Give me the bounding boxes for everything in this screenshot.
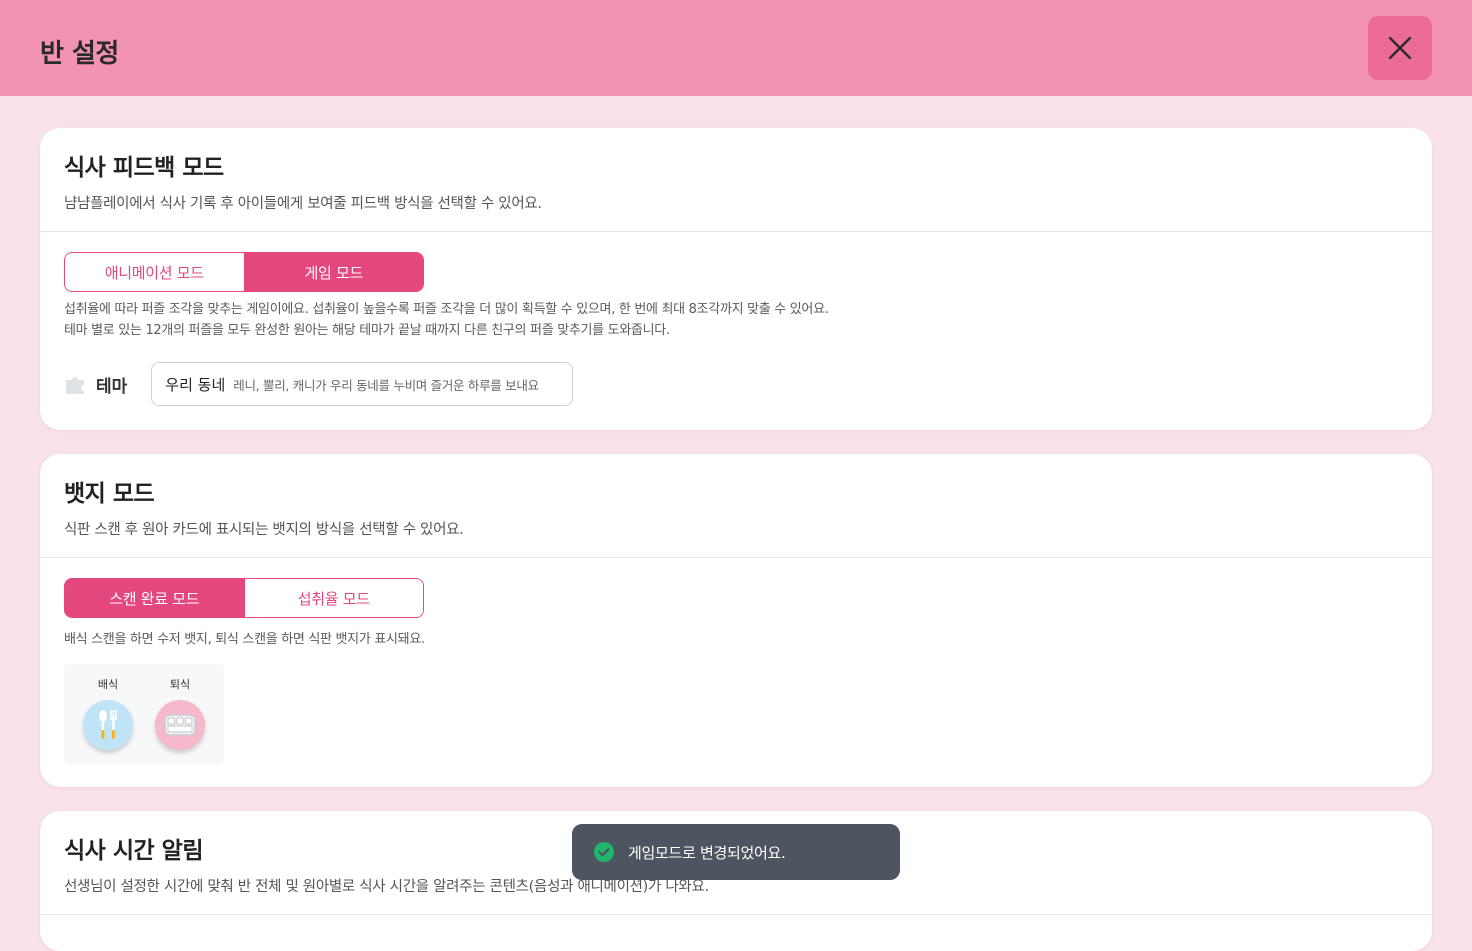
badge-return-circle (155, 700, 205, 750)
badge-mode-toggle: 스캔 완료 모드 섭취율 모드 (64, 578, 424, 618)
meal-feedback-card: 식사 피드백 모드 냠냠플레이에서 식사 기록 후 아이들에게 보여줄 피드백 … (40, 128, 1432, 430)
badge-mode-description: 식판 스캔 후 원아 카드에 표시되는 뱃지의 방식을 선택할 수 있어요. (64, 522, 464, 538)
badge-serving-circle (83, 700, 133, 750)
badge-mode-card: 뱃지 모드 식판 스캔 후 원아 카드에 표시되는 뱃지의 방식을 선택할 수 … (40, 454, 1432, 787)
badge-serving-label: 배식 (97, 678, 119, 691)
badge-serving: 배식 (80, 676, 136, 750)
game-mode-help: 섭취율에 따라 퍼즐 조각을 맞추는 게임이에요. 섭취율이 높을수록 퍼즐 조… (64, 299, 829, 341)
toast-notification: 게임모드로 변경되었어요. (572, 824, 900, 880)
meal-feedback-header: 식사 피드백 모드 냠냠플레이에서 식사 기록 후 아이들에게 보여줄 피드백 … (40, 128, 1432, 232)
puzzle-icon (66, 377, 84, 394)
badge-mode-help: 배식 스캔을 하면 수저 뱃지, 퇴식 스캔을 하면 식판 뱃지가 표시돼요. (64, 632, 425, 647)
theme-description: 레니, 뿔리, 캐니가 우리 동네를 누비며 즐거운 하루를 보내요 (233, 377, 539, 393)
badge-mode-header: 뱃지 모드 식판 스캔 후 원아 카드에 표시되는 뱃지의 방식을 선택할 수 … (40, 454, 1432, 558)
toast-message: 게임모드로 변경되었어요. (628, 843, 786, 862)
badge-mode-title: 뱃지 모드 (64, 481, 155, 507)
badge-return: 퇴식 (152, 676, 208, 750)
check-circle-icon (594, 842, 614, 862)
game-mode-help-line-1: 섭취율에 따라 퍼즐 조각을 맞추는 게임이에요. 섭취율이 높을수록 퍼즐 조… (64, 302, 829, 317)
tab-animation-mode[interactable]: 애니메이션 모드 (65, 253, 244, 291)
tab-game-mode[interactable]: 게임 모드 (243, 253, 423, 291)
game-mode-help-line-2: 테마 별로 있는 12개의 퍼즐을 모두 완성한 원아는 해당 테마가 끝날 때… (64, 323, 670, 338)
meal-feedback-description: 냠냠플레이에서 식사 기록 후 아이들에게 보여줄 피드백 방식을 선택할 수 … (64, 196, 542, 212)
page-title: 반 설정 (40, 39, 119, 69)
close-icon (1388, 36, 1412, 60)
spoon-fork-icon (99, 710, 117, 739)
tab-scan-complete-mode[interactable]: 스캔 완료 모드 (65, 579, 244, 617)
badge-return-label: 퇴식 (169, 678, 191, 691)
tab-intake-rate-mode[interactable]: 섭취율 모드 (243, 579, 423, 617)
close-button[interactable] (1368, 16, 1432, 80)
tray-icon (164, 714, 196, 736)
meal-feedback-title: 식사 피드백 모드 (64, 155, 224, 181)
theme-label: 테마 (96, 376, 128, 397)
theme-select[interactable]: 우리 동네 레니, 뿔리, 캐니가 우리 동네를 누비며 즐거운 하루를 보내요 (151, 362, 574, 406)
theme-selected-value: 우리 동네 (165, 375, 226, 394)
theme-row: 테마 우리 동네 레니, 뿔리, 캐니가 우리 동네를 누비며 즐거운 하루를 … (64, 362, 574, 406)
header-bar: 반 설정 (0, 0, 1472, 96)
meal-feedback-mode-toggle: 애니메이션 모드 게임 모드 (64, 252, 424, 292)
badge-preview: 배식 퇴식 (64, 664, 224, 764)
